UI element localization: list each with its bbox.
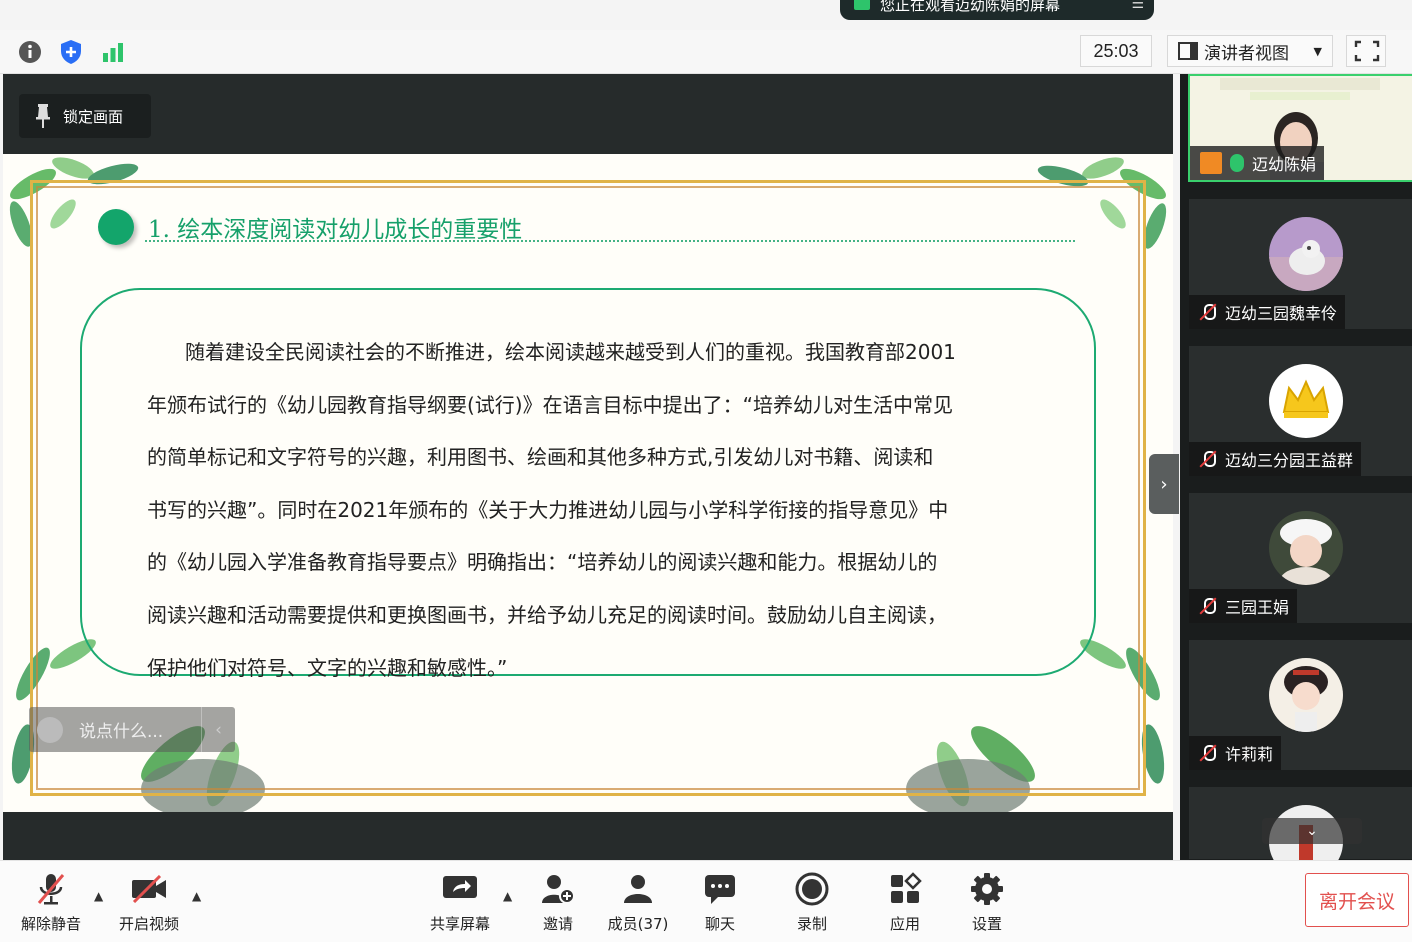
members-button[interactable]: 成员(37): [606, 871, 670, 934]
paragraph-line: 随着建设全民阅读社会的不断推进，绘本阅读越来越受到人们的重视。我国教育部2001: [185, 340, 956, 364]
chevron-up-icon[interactable]: ▲: [503, 889, 512, 903]
toggle-panel-button[interactable]: ›: [1149, 454, 1179, 514]
chat-input[interactable]: 说点什么... ‹: [29, 707, 235, 752]
meeting-window: 您正在观看迈幼陈娟的屏幕 ☰ 25:03 演讲者视图 ▼ 锁定画面 1. 绘本深…: [0, 0, 1412, 942]
menu-icon[interactable]: ☰: [1131, 0, 1144, 12]
paragraph-line: 的简单标记和文字符号的兴趣，利用图书、绘画和其他多种方式,引发幼儿对书籍、阅读和: [147, 445, 934, 470]
members-label: 成员(37): [607, 915, 669, 933]
chat-label: 聊天: [704, 915, 735, 933]
paragraph-line: 年颁布试行的《幼儿园教育指导纲要(试行)》在语言目标中提出了：“培养幼儿对生活中…: [147, 392, 953, 417]
participant-name: 迈幼三园魏幸伶: [1225, 304, 1338, 323]
top-bar: 25:03 演讲者视图 ▼: [0, 30, 1412, 74]
avatar: [1269, 364, 1343, 438]
meeting-timer: 25:03: [1080, 35, 1152, 67]
participant-tile[interactable]: 三园王娟: [1188, 492, 1412, 624]
speaker-view-icon: [1178, 42, 1198, 60]
add-user-icon: [538, 871, 578, 907]
mic-muted-icon: [1199, 597, 1217, 615]
leave-meeting-button[interactable]: 离开会议: [1305, 873, 1409, 927]
collapse-chat-button[interactable]: ‹: [201, 707, 235, 752]
participant-tile[interactable]: 迈幼三分园王益群: [1188, 345, 1412, 477]
participant-nametag: 三园王娟: [1189, 589, 1298, 623]
record-icon: [792, 871, 832, 907]
mic-muted-icon: [31, 871, 71, 907]
settings-button[interactable]: 设置: [967, 871, 1007, 934]
participant-name: 许莉莉: [1225, 745, 1274, 764]
bottom-toolbar: 解除静音 ▲ 开启视频 ▲ 共享屏幕 ▲ 邀请 成员(37) 聊天 录制 应用 …: [0, 860, 1412, 942]
paragraph-line: 书写的兴趣”。同时在2021年颁布的《关于大力推进幼儿园与小学科学衔接的指导意见…: [147, 497, 949, 522]
participant-tile[interactable]: 迈幼陈娟: [1188, 74, 1412, 182]
chevron-left-icon: ‹: [215, 719, 222, 740]
chat-placeholder: 说点什么...: [79, 722, 164, 742]
mic-muted-icon: [1199, 450, 1217, 468]
record-button[interactable]: 录制: [792, 871, 832, 934]
lock-screen-button[interactable]: 锁定画面: [19, 94, 151, 138]
shared-screen-area: 锁定画面 1. 绘本深度阅读对幼儿成长的重要性 随着建设全民阅读社会的不断推进，…: [3, 74, 1173, 860]
participant-name: 三园王娟: [1225, 598, 1290, 617]
chevron-up-icon[interactable]: ▲: [192, 889, 201, 903]
view-mode-dropdown[interactable]: 演讲者视图 ▼: [1167, 35, 1333, 67]
mic-muted-icon: [1199, 303, 1217, 321]
video-off-icon: [129, 871, 169, 907]
apps-label: 应用: [889, 915, 920, 933]
heading-rule: [145, 240, 1075, 242]
members-icon: [618, 871, 658, 907]
paragraph-line: 阅读兴趣和活动需要提供和更换图画书，并给予幼儿充足的阅读时间。鼓励幼儿自主阅读，: [147, 602, 947, 627]
view-mode-label: 演讲者视图: [1204, 43, 1289, 64]
unmute-button[interactable]: 解除静音: [18, 871, 84, 934]
share-screen-icon: [440, 871, 480, 907]
participants-panel: 迈幼陈娟 迈幼三园魏幸伶 迈幼三分园王益群 三园王娟 许莉莉 ⌄: [1180, 74, 1412, 879]
paragraph-line: 的《幼儿园入学准备教育指导要点》明确指出：“培养幼儿的阅读兴趣和能力。根据幼儿的: [147, 550, 938, 575]
unmute-label: 解除静音: [20, 915, 81, 933]
participant-tile[interactable]: 许莉莉: [1188, 639, 1412, 771]
gear-icon: [967, 871, 1007, 907]
participant-nametag: 许莉莉: [1189, 736, 1282, 770]
slide-paragraph: 随着建设全民阅读社会的不断推进，绘本阅读越来越受到人们的重视。我国教育部2001…: [147, 326, 1027, 694]
invite-label: 邀请: [542, 915, 573, 933]
host-icon: [1200, 152, 1222, 174]
chat-button[interactable]: 聊天: [700, 871, 740, 934]
mic-muted-icon: [1199, 744, 1217, 762]
camera-icon: [854, 0, 870, 10]
apps-button[interactable]: 应用: [885, 871, 925, 934]
avatar: [1269, 658, 1343, 732]
scroll-down-button[interactable]: ⌄: [1262, 818, 1362, 844]
pin-icon: [36, 104, 50, 128]
participant-nametag: 迈幼三园魏幸伶: [1189, 295, 1346, 329]
chevron-down-icon: ⌄: [1306, 823, 1318, 839]
shield-icon[interactable]: [58, 39, 84, 65]
participant-nametag: 迈幼陈娟: [1190, 146, 1325, 180]
participant-tile[interactable]: 迈幼三园魏幸伶: [1188, 198, 1412, 330]
start-video-button[interactable]: 开启视频: [116, 871, 182, 934]
emoji-icon[interactable]: [37, 716, 63, 743]
invite-button[interactable]: 邀请: [536, 871, 580, 934]
mic-on-icon: [1230, 154, 1244, 172]
avatar: [1269, 217, 1343, 291]
sharing-banner-text: 您正在观看迈幼陈娟的屏幕: [880, 0, 1061, 14]
start-video-label: 开启视频: [118, 915, 179, 933]
bullet-dot-icon: [98, 209, 134, 245]
sharing-banner: 您正在观看迈幼陈娟的屏幕 ☰: [840, 0, 1154, 20]
slide-heading-text: 1. 绘本深度阅读对幼儿成长的重要性: [148, 217, 523, 243]
signal-icon[interactable]: [100, 39, 126, 65]
chevron-up-icon[interactable]: ▲: [94, 889, 103, 903]
fullscreen-icon: [1354, 40, 1380, 62]
avatar: [1269, 511, 1343, 585]
participant-name: 迈幼三分园王益群: [1225, 451, 1354, 470]
share-screen-label: 共享屏幕: [429, 915, 490, 933]
participant-nametag: 迈幼三分园王益群: [1189, 442, 1362, 476]
settings-label: 设置: [971, 915, 1002, 933]
chat-icon: [700, 871, 740, 907]
chevron-down-icon: ▼: [1313, 44, 1322, 58]
chevron-right-icon: ›: [1160, 473, 1168, 495]
lock-screen-label: 锁定画面: [63, 107, 124, 126]
apps-icon: [885, 871, 925, 907]
fullscreen-button[interactable]: [1346, 35, 1386, 67]
share-screen-button[interactable]: 共享屏幕: [427, 871, 493, 934]
participant-name: 迈幼陈娟: [1252, 155, 1317, 174]
record-label: 录制: [796, 915, 827, 933]
paragraph-line: 保护他们对符号、文字的兴趣和敏感性。”: [147, 655, 508, 680]
info-icon[interactable]: [17, 39, 43, 65]
